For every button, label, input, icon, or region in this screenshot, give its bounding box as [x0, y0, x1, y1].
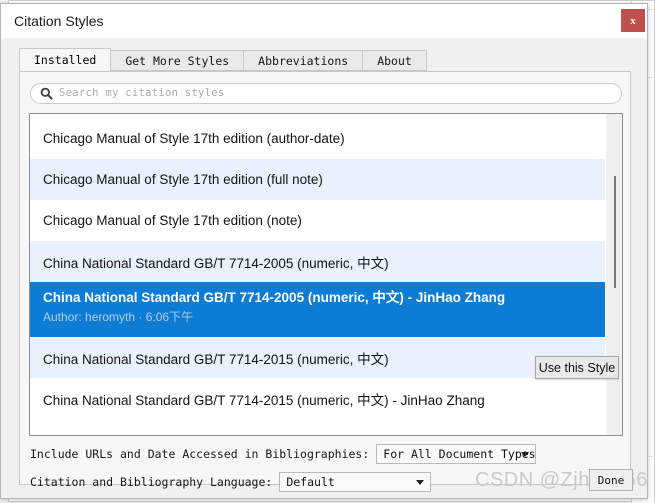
dialog-title: Citation Styles	[14, 13, 104, 29]
list-item-title: China National Standard GB/T 7714-2005 (…	[43, 255, 389, 271]
close-icon[interactable]: x	[621, 9, 645, 32]
list-item-title: Chicago Manual of Style 17th edition (no…	[43, 213, 302, 228]
language-option-row: Citation and Bibliography Language: Defa…	[30, 472, 432, 492]
include-urls-option-row: Include URLs and Date Accessed in Biblio…	[30, 444, 537, 464]
tab-abbreviations[interactable]: Abbreviations	[243, 50, 364, 71]
include-urls-label: Include URLs and Date Accessed in Biblio…	[30, 447, 370, 461]
tab-bar: Installed Get More Styles Abbreviations Abo…	[19, 48, 427, 71]
list-item[interactable]: Chicago Manual of Style 17th edition (no…	[30, 200, 605, 241]
use-this-style-button[interactable]: Use this Style	[535, 356, 619, 379]
tab-installed[interactable]: Installed	[19, 48, 112, 71]
installed-panel: Search my citation styles Chicago Manual…	[19, 71, 631, 492]
tab-about[interactable]: About	[362, 50, 427, 71]
list-item[interactable]: China National Standard GB/T 7714-2015 (…	[30, 337, 605, 378]
citation-styles-dialog: Citation Styles x Installed Get More Styl…	[0, 3, 648, 499]
styles-list-container: Chicago Manual of Style 17th edition (au…	[29, 113, 623, 436]
include-urls-dropdown[interactable]: For All Document Types	[376, 444, 537, 464]
done-button[interactable]: Done	[589, 469, 633, 491]
list-item-title: China National Standard GB/T 7714-2015 (…	[43, 392, 485, 408]
list-item-title: Chicago Manual of Style 17th edition (au…	[43, 131, 345, 146]
search-placeholder: Search my citation styles	[59, 87, 225, 99]
list-scrollbar[interactable]	[605, 114, 622, 435]
include-urls-value: For All Document Types	[383, 447, 536, 461]
list-item[interactable]: Chicago Manual of Style 17th edition (au…	[30, 118, 605, 159]
language-dropdown[interactable]: Default	[279, 472, 432, 492]
dialog-titlebar: Citation Styles x	[1, 4, 647, 38]
chevron-down-icon	[416, 479, 425, 485]
list-item[interactable]: China National Standard GB/T 7714-2005 (…	[30, 282, 605, 337]
scrollbar-thumb[interactable]	[614, 176, 616, 288]
dialog-body: Installed Get More Styles Abbreviations Abo…	[1, 38, 647, 498]
language-value: Default	[286, 475, 335, 489]
language-label: Citation and Bibliography Language:	[30, 475, 273, 489]
chevron-down-icon	[521, 451, 530, 457]
list-item[interactable]: Chicago Manual of Style 17th edition (fu…	[30, 159, 605, 200]
list-item-title: China National Standard GB/T 7714-2005 (…	[43, 290, 506, 305]
styles-list[interactable]: Chicago Manual of Style 17th edition (au…	[30, 114, 605, 435]
list-item[interactable]: China National Standard GB/T 7714-2005 (…	[30, 241, 605, 282]
tab-get-more-styles[interactable]: Get More Styles	[110, 50, 245, 71]
list-item-title: Chicago Manual of Style 17th edition (fu…	[43, 172, 323, 187]
list-item-title: China National Standard GB/T 7714-2015 (…	[43, 351, 389, 367]
search-input[interactable]: Search my citation styles	[30, 83, 622, 104]
list-item-subtitle: Author: heromyth · 6:06下午	[43, 310, 194, 324]
search-icon	[40, 87, 53, 100]
list-item[interactable]: China National Standard GB/T 7714-2015 (…	[30, 378, 605, 419]
